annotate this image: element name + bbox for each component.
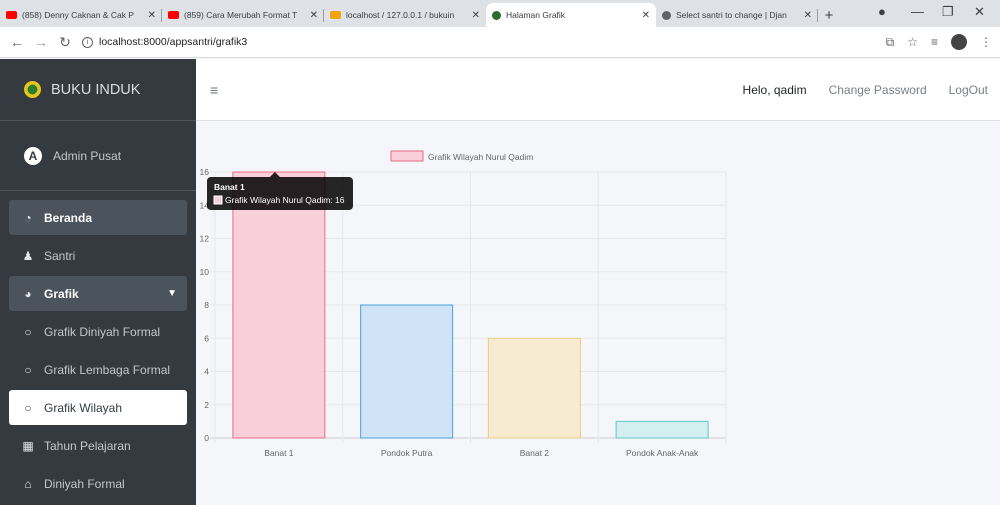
sidebar-item-grafik[interactable]: ◕ Grafik ▼	[9, 276, 187, 311]
back-icon[interactable]: ←	[10, 34, 24, 50]
y-tick-label: 12	[200, 234, 210, 244]
browser-tab[interactable]: Select santri to change | Djan ✕	[656, 3, 818, 27]
forward-icon[interactable]: →	[34, 34, 48, 50]
y-tick-label: 4	[204, 367, 209, 377]
y-tick-label: 8	[204, 300, 209, 310]
greeting-text: Helo, qadim	[742, 82, 807, 97]
sidebar-item-beranda[interactable]: ◔ Beranda	[9, 200, 187, 235]
close-tab-icon[interactable]: ✕	[148, 10, 156, 21]
youtube-icon	[6, 11, 17, 19]
user-avatar-icon: A	[24, 146, 42, 165]
sidebar-item-label: Grafik Lembaga Formal	[44, 362, 171, 377]
minimize-icon[interactable]: —	[911, 4, 924, 19]
reload-icon[interactable]: ↻	[58, 34, 72, 51]
sidebar-item-label: Grafik Diniyah Formal	[44, 324, 161, 339]
browser-tab[interactable]: (859) Cara Merubah Format T ✕	[162, 3, 324, 27]
tab-title: (859) Cara Merubah Format T	[184, 10, 298, 20]
sidebar-item-label: Grafik	[44, 286, 79, 301]
tab-search-icon[interactable]: ●	[878, 4, 886, 19]
browser-tab[interactable]: (858) Denny Caknan & Cak P ✕	[0, 3, 162, 27]
top-navbar: ≡ Helo, qadim Change Password LogOut	[196, 59, 1000, 121]
tab-title: Halaman Grafik	[506, 10, 566, 20]
sidebar-item-label: Grafik Wilayah	[44, 400, 123, 415]
sidebar-menu: ◔ Beranda ♟ Santri ◕ Grafik ▼ ○ Grafik D…	[0, 191, 196, 501]
browser-tab-strip: (858) Denny Caknan & Cak P ✕ (859) Cara …	[0, 0, 1000, 27]
bar	[232, 171, 326, 439]
y-tick-label: 16	[200, 167, 210, 177]
sidebar-item-label: Tahun Pelajaran	[44, 438, 131, 453]
tab-title: Select santri to change | Djan	[676, 10, 787, 20]
bookmark-star-icon[interactable]: ☆	[907, 35, 918, 49]
brand-name: BUKU INDUK	[51, 81, 141, 98]
sidebar-item-label: Diniyah Formal	[44, 476, 125, 491]
tooltip-text: Grafik Wilayah Nurul Qadim: 16	[225, 195, 345, 205]
globe-icon	[662, 10, 671, 20]
logout-link[interactable]: LogOut	[949, 83, 988, 97]
sidebar-item-label: Beranda	[44, 210, 93, 225]
y-tick-label: 10	[200, 267, 210, 277]
sidebar-item-grafik-diniyah-formal[interactable]: ○ Grafik Diniyah Formal	[9, 314, 187, 349]
user-icon: ♟	[22, 248, 34, 263]
close-tab-icon[interactable]: ✕	[804, 10, 812, 21]
bar	[615, 420, 709, 439]
close-tab-icon[interactable]: ✕	[642, 10, 650, 21]
user-panel[interactable]: A Admin Pusat	[0, 121, 196, 191]
x-tick-label: Banat 2	[520, 448, 550, 458]
x-tick-label: Banat 1	[264, 448, 294, 458]
profile-avatar[interactable]	[951, 34, 967, 50]
new-tab-button[interactable]: +	[818, 3, 840, 27]
info-icon[interactable]: i	[82, 36, 93, 48]
dashboard-icon: ◔	[24, 210, 32, 225]
bar-chart: Grafik Wilayah Nurul Qadim0246810121416B…	[200, 150, 727, 458]
circle-icon: ○	[24, 324, 32, 339]
y-tick-label: 6	[204, 333, 209, 343]
sidebar-item-label: Santri	[44, 248, 76, 263]
browser-tab[interactable]: localhost / 127.0.0.1 / bukuin ✕	[324, 3, 486, 27]
sidebar: BUKU INDUK A Admin Pusat ◔ Beranda ♟ San…	[0, 59, 196, 505]
tab-title: localhost / 127.0.0.1 / bukuin	[346, 10, 455, 20]
maximize-icon[interactable]: ❐	[942, 4, 954, 20]
sidebar-item-grafik-lembaga-formal[interactable]: ○ Grafik Lembaga Formal	[9, 352, 187, 387]
close-tab-icon[interactable]: ✕	[472, 10, 480, 21]
y-tick-label: 2	[204, 400, 209, 410]
circle-icon: ○	[24, 362, 32, 377]
circle-icon: ○	[24, 400, 32, 415]
chevron-down-icon: ▼	[167, 288, 177, 299]
bar	[360, 304, 454, 439]
url-field[interactable]: i localhost:8000/appsantri/grafik3	[82, 36, 247, 48]
browser-tab-active[interactable]: Halaman Grafik ✕	[486, 3, 656, 27]
brand-logo-icon	[24, 81, 41, 98]
legend-label: Grafik Wilayah Nurul Qadim	[428, 152, 533, 162]
tooltip-title: Banat 1	[214, 182, 245, 192]
calendar-icon: ▦	[22, 438, 34, 453]
bar	[487, 337, 581, 439]
pie-chart-icon: ◕	[24, 286, 32, 301]
x-tick-label: Pondok Putra	[381, 448, 433, 458]
tab-title: (858) Denny Caknan & Cak P	[22, 10, 134, 20]
hamburger-menu-icon[interactable]: ≡	[210, 82, 218, 98]
sidebar-item-tahun-pelajaran[interactable]: ▦ Tahun Pelajaran	[9, 428, 187, 463]
site-logo-icon	[492, 10, 501, 20]
legend-swatch	[390, 150, 424, 162]
x-tick-label: Pondok Anak-Anak	[626, 448, 699, 458]
menu-dots-icon[interactable]: ⋮	[980, 35, 992, 49]
youtube-icon	[168, 11, 179, 19]
close-tab-icon[interactable]: ✕	[310, 10, 318, 21]
change-password-link[interactable]: Change Password	[829, 83, 927, 97]
tooltip-swatch	[213, 195, 223, 205]
url-text: localhost:8000/appsantri/grafik3	[99, 36, 248, 48]
phpmyadmin-icon	[330, 11, 341, 19]
close-window-icon[interactable]: ✕	[974, 4, 985, 20]
translate-icon[interactable]: ⧉	[886, 35, 895, 50]
sidebar-item-santri[interactable]: ♟ Santri	[9, 238, 187, 273]
sidebar-item-grafik-wilayah[interactable]: ○ Grafik Wilayah	[9, 390, 187, 425]
address-bar: ← → ↻ i localhost:8000/appsantri/grafik3…	[0, 27, 1000, 58]
sidebar-item-diniyah-formal[interactable]: ⌂ Diniyah Formal	[9, 466, 187, 501]
school-icon: ⌂	[24, 476, 32, 491]
user-name: Admin Pusat	[53, 148, 122, 163]
reading-list-icon[interactable]: ≡	[931, 35, 938, 49]
brand-link[interactable]: BUKU INDUK	[0, 59, 196, 121]
y-tick-label: 0	[204, 433, 209, 443]
